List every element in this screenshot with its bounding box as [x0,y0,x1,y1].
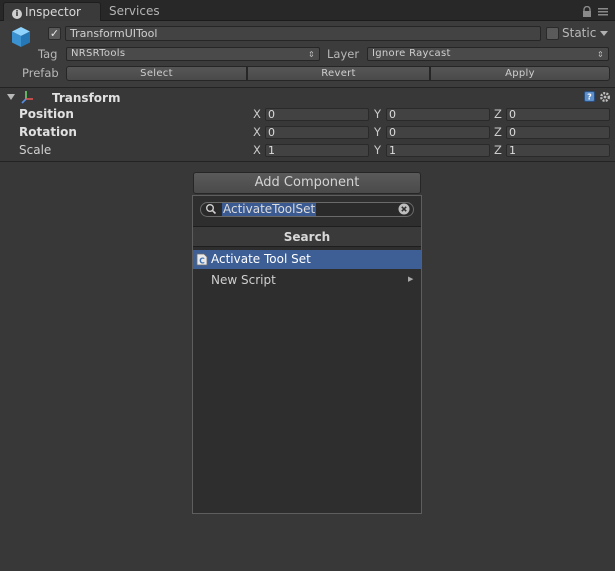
rotation-z-field[interactable]: 0 [506,126,610,139]
tab-inspector[interactable]: i Inspector [3,2,101,21]
add-component-button[interactable]: Add Component [193,172,421,194]
scale-x-label[interactable]: X [253,143,261,157]
prefab-apply-button[interactable]: Apply [430,66,610,81]
info-icon: i [12,9,22,19]
prefab-select-button[interactable]: Select [66,66,247,81]
svg-text:C: C [199,257,205,266]
result-item-label: Activate Tool Set [211,252,311,266]
layer-dropdown[interactable]: Ignore Raycast ⇕ [367,47,609,61]
rotation-z-label[interactable]: Z [494,125,502,139]
clear-icon[interactable] [398,203,410,215]
search-section-header: Search [193,226,421,247]
static-dropdown-icon[interactable] [600,31,608,37]
tab-services-label: Services [109,4,160,18]
gameobject-cube-icon [12,27,30,47]
svg-text:?: ? [587,93,592,102]
object-name-field[interactable]: TransformUITool [65,26,541,41]
gear-icon[interactable] [599,91,611,103]
position-x-field[interactable]: 0 [265,108,369,121]
rotation-y-field[interactable]: 0 [386,126,490,139]
tab-inspector-label: Inspector [25,5,81,19]
static-label: Static [562,26,597,40]
menu-icon[interactable] [597,6,609,17]
position-x-label[interactable]: X [253,107,261,121]
tag-label: Tag [38,47,58,61]
scale-x-field[interactable]: 1 [265,144,369,157]
lock-icon[interactable] [581,6,593,17]
rotation-x-field[interactable]: 0 [265,126,369,139]
scale-label: Scale [19,143,52,157]
dropdown-arrow-icon: ⇕ [596,50,604,59]
foldout-arrow-icon[interactable] [7,93,15,101]
tag-dropdown[interactable]: NRSRTools ⇕ [66,47,320,61]
layer-label: Layer [327,47,360,61]
transform-divider [0,161,615,162]
position-z-field[interactable]: 0 [506,108,610,121]
position-z-label[interactable]: Z [494,107,502,121]
position-y-field[interactable]: 0 [386,108,490,121]
submenu-arrow-icon: ▶ [408,275,414,283]
dropdown-arrow-icon: ⇕ [307,50,315,59]
search-icon [206,204,217,215]
scale-z-field[interactable]: 1 [506,144,610,157]
scale-z-label[interactable]: Z [494,143,502,157]
rotation-y-label[interactable]: Y [374,125,381,139]
result-item-activate-tool-set[interactable]: Activate Tool Set [193,250,421,269]
scale-y-field[interactable]: 1 [386,144,490,157]
prefab-label: Prefab [22,66,59,80]
rotation-x-label[interactable]: X [253,125,261,139]
static-checkbox[interactable] [546,27,559,40]
search-input-value[interactable]: ActivateToolSet [222,203,317,216]
rotation-label: Rotation [19,125,77,139]
script-icon: C [196,253,208,266]
position-y-label[interactable]: Y [374,107,381,121]
scale-y-label[interactable]: Y [374,143,381,157]
active-checkbox[interactable]: ✓ [48,27,61,40]
result-item-new-script[interactable]: New Script [211,273,276,287]
tab-services[interactable]: Services [101,2,168,21]
prefab-revert-button[interactable]: Revert [247,66,430,81]
position-label: Position [19,107,74,121]
tag-value: NRSRTools [71,48,126,59]
help-icon[interactable]: ? [584,91,595,102]
header-divider [0,87,615,88]
transform-title: Transform [52,91,121,105]
transform-axes-icon [21,91,33,104]
layer-value: Ignore Raycast [372,48,451,59]
